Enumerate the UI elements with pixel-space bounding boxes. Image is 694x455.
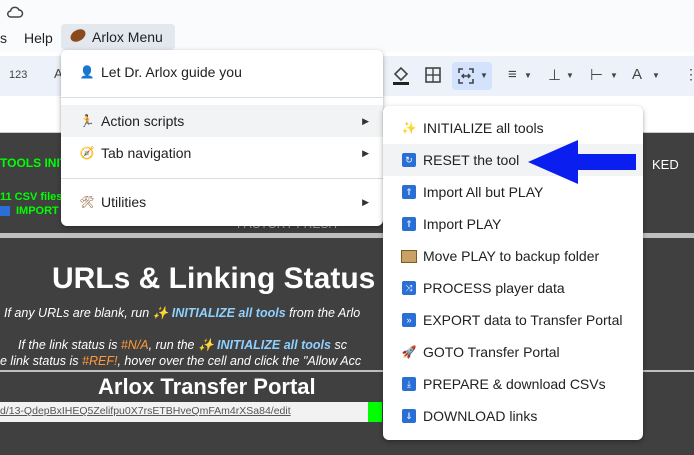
line2-na: #N/A [120,338,149,352]
box-icon [401,248,417,264]
menu-item-import-play[interactable]: ⇑ Import PLAY [383,208,643,240]
csv-files-text: 11 CSV files [0,191,63,203]
menu-separator [61,178,383,179]
submenu-arrow-icon: ▶ [362,147,369,158]
reset-icon: ↻ [401,152,417,168]
menu-separator [61,97,383,98]
borders-icon[interactable] [425,67,441,83]
menu-item-label: PREPARE & download CSVs [423,376,606,392]
chevron-down-icon: ▼ [480,71,488,80]
menu-item-utilities[interactable]: 🛠 Utilities ▶ [61,186,383,218]
chevron-down-icon: ▼ [610,71,618,80]
import-icon: ⇑ [401,184,417,200]
instruction-line-2: If the link status is #N/A, run the ✨ IN… [18,338,347,353]
align-icon[interactable]: ≡ [508,66,517,83]
line1-command: INITIALIZE all tools [171,306,286,320]
line2-tail: sc [334,338,347,352]
submenu-arrow-icon: ▶ [362,115,369,126]
football-icon [68,26,88,45]
line2-command: INITIALIZE all tools [217,338,331,352]
menu-item-tab-navigation[interactable]: 🧭 Tab navigation ▶ [61,137,383,169]
line3-tail: , hover over the cell and click the "All… [117,354,362,368]
sparkles-icon: ✨ [152,306,172,320]
submenu-arrow-icon: ▶ [362,196,369,207]
sparkles-icon: ✨ [401,121,417,135]
menu-bar: s Help Arlox Menu [0,24,694,52]
annotation-arrow-icon [528,140,636,184]
line3-ref: #REF! [82,354,118,368]
rocket-icon: 🚀 [401,345,417,359]
tools-init-text: TOOLS INIT [0,156,68,170]
download-icon: ⇓ [401,408,417,424]
menu-item-goto[interactable]: 🚀 GOTO Transfer Portal [383,336,643,368]
menu-item-label: Import PLAY [423,216,502,232]
fast-forward-icon: » [401,312,417,328]
menu-item-download[interactable]: ⇓ DOWNLOAD links [383,400,643,432]
sparkles-icon: ✨ [198,338,218,352]
shuffle-icon: ⤨ [401,280,417,296]
url-cell[interactable]: d/13-QdepBxIHEQ5Zelifpu0X7rsETBHveQmFAm4… [0,402,368,422]
import-text: IMPORT [16,205,59,217]
prepare-icon: ⤓ [401,376,417,392]
more-icon[interactable]: ⋮ [684,66,694,83]
chevron-down-icon: ▼ [524,71,532,80]
line2-mid: , run the [148,338,195,352]
merge-cells-button[interactable]: ▼ [452,62,492,90]
menu-arlox[interactable]: Arlox Menu [61,24,175,50]
portal-url-link[interactable]: d/13-QdepBxIHEQ5Zelifpu0X7rsETBHveQmFAm4… [0,405,291,417]
menu-item-label: RESET the tool [423,152,520,168]
wrap-icon[interactable]: ⊢ [590,66,603,84]
menu-item-export[interactable]: » EXPORT data to Transfer Portal [383,304,643,336]
instruction-line-3: e link status is #REF!, hover over the c… [0,354,361,368]
menu-arlox-label: Arlox Menu [92,29,163,45]
menu-item-label: Tab navigation [101,145,192,161]
menu-item-label: Let Dr. Arlox guide you [101,64,242,80]
menu-item-guide[interactable]: 👤 Let Dr. Arlox guide you [61,56,383,88]
line3-text: e link status is [0,354,79,368]
valign-icon[interactable]: ⊥ [548,66,561,84]
import-icon: ⇑ [401,216,417,232]
menu-item-prepare[interactable]: ⤓ PREPARE & download CSVs [383,368,643,400]
menu-item-process[interactable]: ⤨ PROCESS player data [383,272,643,304]
runner-icon: 🏃 [79,114,95,128]
arlox-menu-dropdown: 👤 Let Dr. Arlox guide you 🏃 Action scrip… [61,50,383,226]
compass-icon: 🧭 [79,146,95,160]
fill-color-icon[interactable] [392,66,410,86]
line1-text: If any URLs are blank, run [4,306,150,320]
menu-item-label: PROCESS player data [423,280,565,296]
portal-title: Arlox Transfer Portal [98,374,316,399]
status-cell [368,402,382,422]
line1-tail: from the Arlo [289,306,361,320]
zoom-level[interactable]: 123 [9,69,27,81]
tools-icon: 🛠 [79,195,95,209]
menu-item-move-play[interactable]: Move PLAY to backup folder [383,240,643,272]
instruction-line-1: If any URLs are blank, run ✨ INITIALIZE … [4,306,360,321]
menu-item-label: Action scripts [101,113,185,129]
menu-item-label: EXPORT data to Transfer Portal [423,312,623,328]
menu-s[interactable]: s [0,30,7,46]
menu-item-label: GOTO Transfer Portal [423,344,560,360]
person-icon: 👤 [79,65,95,79]
chevron-down-icon: ▼ [566,71,574,80]
merge-icon [458,68,474,84]
menu-item-label: INITIALIZE all tools [423,120,544,136]
menu-help[interactable]: Help [24,30,53,46]
line2-text: If the link status is [18,338,118,352]
status-heading: URLs & Linking Status [52,262,376,295]
cloud-icon [7,6,24,18]
menu-item-action-scripts[interactable]: 🏃 Action scripts ▶ [61,105,383,137]
rotate-text-icon[interactable]: A [632,66,642,83]
chevron-down-icon: ▼ [652,71,660,80]
menu-item-label: DOWNLOAD links [423,408,538,424]
import-icon [0,206,10,216]
menu-item-label: Utilities [101,194,147,210]
menu-item-label: Move PLAY to backup folder [423,248,600,264]
ked-text: KED [652,157,679,172]
